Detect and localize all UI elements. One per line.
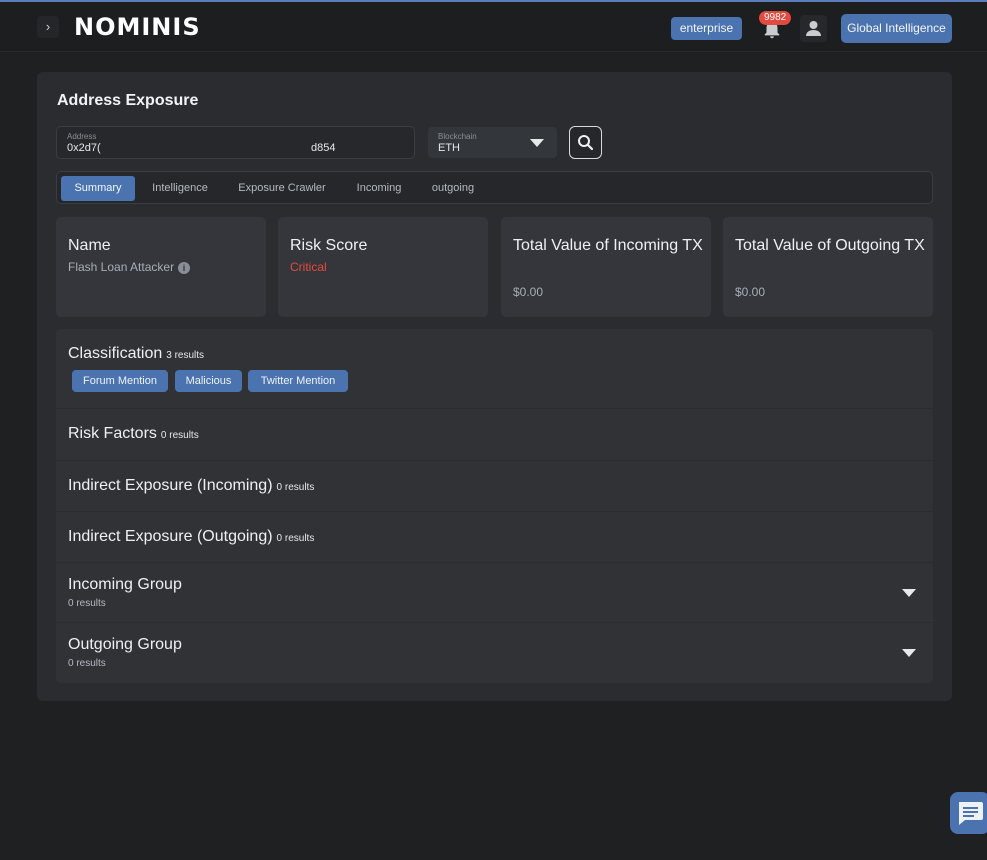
name-value: Flash Loan Attacker i xyxy=(68,260,191,274)
outgoing-group-section[interactable]: Outgoing Group 0 results xyxy=(56,623,933,683)
tab-outgoing[interactable]: outgoing xyxy=(421,176,485,201)
section-title-text: Indirect Exposure (Incoming) xyxy=(68,477,273,494)
risk-score-card: Risk Score Critical xyxy=(278,217,488,317)
name-card: Name Flash Loan Attacker i xyxy=(56,217,266,317)
section-title-text: Classification xyxy=(68,345,163,362)
logo-text: NOMINIS xyxy=(74,13,201,41)
address-input[interactable]: Address 0x2d7( d854 xyxy=(56,126,415,159)
section-count: 3 results xyxy=(166,350,205,361)
caret-down-icon xyxy=(530,139,544,147)
card-title: Risk Score xyxy=(290,237,368,254)
outgoing-value: $0.00 xyxy=(735,285,766,299)
expand-caret-icon[interactable] xyxy=(902,589,916,597)
tab-exposure-crawler[interactable]: Exposure Crawler xyxy=(229,176,335,201)
tag-malicious[interactable]: Malicious xyxy=(175,370,242,392)
expand-sidebar-button[interactable]: › xyxy=(37,16,59,38)
incoming-value: $0.00 xyxy=(513,285,544,299)
blockchain-label: Blockchain xyxy=(438,132,477,141)
address-value-suffix: d854 xyxy=(311,142,336,154)
section-title-text: Risk Factors xyxy=(68,425,157,442)
risk-factors-section[interactable]: Risk Factors 0 results xyxy=(56,409,933,461)
expand-caret-icon[interactable] xyxy=(902,649,916,657)
blockchain-value: ETH xyxy=(438,142,460,154)
classification-section: Classification 3 results Forum Mention Ma… xyxy=(56,329,933,409)
card-title: Total Value of Outgoing TX xyxy=(735,237,925,254)
blockchain-select[interactable]: Blockchain ETH xyxy=(428,127,557,158)
chevron-right-icon: › xyxy=(45,19,51,34)
card-value: Flash Loan Attacker xyxy=(68,260,175,274)
address-exposure-panel: Address Exposure Address 0x2d7( d854 Blo… xyxy=(37,72,952,701)
tabs-bar: Summary Intelligence Exposure Crawler In… xyxy=(56,171,933,204)
card-title: Name xyxy=(68,237,111,254)
plan-badge[interactable]: enterprise xyxy=(671,17,742,40)
address-redaction xyxy=(125,139,321,156)
incoming-group-section[interactable]: Incoming Group 0 results xyxy=(56,563,933,623)
global-intelligence-button[interactable]: Global Intelligence xyxy=(841,14,952,43)
group-count: 0 results xyxy=(68,598,106,609)
section-count: 0 results xyxy=(160,430,199,441)
group-title: Outgoing Group xyxy=(68,636,182,653)
indirect-exposure-incoming-section[interactable]: Indirect Exposure (Incoming) 0 results xyxy=(56,461,933,512)
search-button[interactable] xyxy=(569,126,602,159)
user-menu-button[interactable] xyxy=(800,15,827,42)
risk-score-value: Critical xyxy=(290,260,327,274)
indirect-exposure-outgoing-section[interactable]: Indirect Exposure (Outgoing) 0 results xyxy=(56,512,933,563)
tab-intelligence[interactable]: Intelligence xyxy=(143,176,217,201)
section-count: 0 results xyxy=(276,482,315,493)
chat-icon xyxy=(959,802,983,825)
notification-count-badge: 9982 xyxy=(759,11,792,25)
address-value-prefix: 0x2d7( xyxy=(67,142,101,154)
group-count: 0 results xyxy=(68,658,106,669)
group-title: Incoming Group xyxy=(68,576,182,593)
top-bar: › NOMINIS enterprise 9982 Global Intelli… xyxy=(0,0,987,52)
section-title: Indirect Exposure (Incoming) 0 results xyxy=(68,477,314,495)
section-title-text: Indirect Exposure (Outgoing) xyxy=(68,528,273,545)
user-icon xyxy=(806,21,821,36)
logo[interactable]: NOMINIS xyxy=(74,13,201,41)
results-sections: Classification 3 results Forum Mention Ma… xyxy=(56,329,933,683)
section-title: Indirect Exposure (Outgoing) 0 results xyxy=(68,528,314,546)
page-title: Address Exposure xyxy=(57,92,199,109)
section-title: Risk Factors 0 results xyxy=(68,425,199,443)
incoming-value-card: Total Value of Incoming TX $0.00 xyxy=(501,217,711,317)
chat-button[interactable] xyxy=(950,792,987,834)
outgoing-value-card: Total Value of Outgoing TX $0.00 xyxy=(723,217,933,317)
card-title: Total Value of Incoming TX xyxy=(513,237,703,254)
info-icon[interactable]: i xyxy=(178,261,191,274)
tab-incoming[interactable]: Incoming xyxy=(345,176,413,201)
tag-forum-mention[interactable]: Forum Mention xyxy=(72,370,168,392)
search-icon xyxy=(578,135,594,151)
section-count: 0 results xyxy=(276,533,315,544)
tab-summary[interactable]: Summary xyxy=(61,176,135,201)
section-title: Classification 3 results xyxy=(68,345,204,363)
address-label: Address xyxy=(67,132,97,141)
tag-twitter-mention[interactable]: Twitter Mention xyxy=(248,370,348,392)
